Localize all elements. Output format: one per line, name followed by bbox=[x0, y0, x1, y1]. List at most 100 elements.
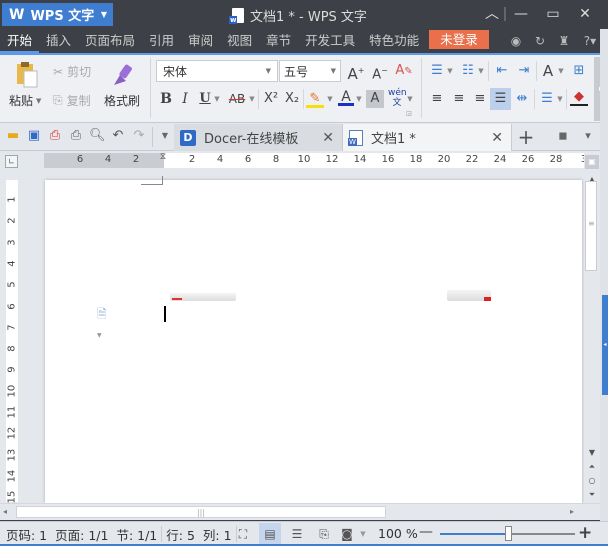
print-preview-icon[interactable]: 🔍︎ bbox=[89, 128, 106, 144]
highlight-button[interactable]: ✎ bbox=[306, 90, 324, 108]
scroll-right-button[interactable]: ▸ bbox=[570, 507, 574, 516]
outline-view-icon[interactable]: ☰ bbox=[289, 526, 305, 542]
bullet-list-button[interactable]: ☰ bbox=[428, 62, 446, 80]
tab-docer[interactable]: D Docer-在线模板 ✕ bbox=[174, 124, 342, 151]
font-name-select[interactable]: 宋体 ▼ bbox=[156, 60, 278, 82]
strikethrough-button[interactable]: AB bbox=[226, 90, 248, 108]
save-icon[interactable]: ▣ bbox=[26, 128, 42, 144]
paste-dropdown[interactable]: 粘贴 ▼ bbox=[9, 92, 41, 109]
underline-dropdown[interactable]: ▼ bbox=[213, 90, 221, 108]
text-direction-dropdown[interactable]: ▼ bbox=[557, 62, 565, 80]
format-painter-button[interactable]: 格式刷 bbox=[104, 92, 140, 109]
tab-list-icon[interactable]: ◼ bbox=[556, 129, 570, 143]
reading-mode-dropdown[interactable]: ▼ bbox=[355, 526, 371, 542]
superscript-button[interactable]: X² bbox=[262, 90, 280, 108]
horizontal-ruler[interactable]: 6422468101214161820222426283 bbox=[44, 153, 587, 168]
align-center-button[interactable]: ≡ bbox=[450, 90, 468, 108]
bullet-list-dropdown[interactable]: ▼ bbox=[446, 62, 454, 80]
bold-button[interactable]: B bbox=[158, 90, 174, 108]
menu-view[interactable]: 视图 bbox=[220, 29, 259, 53]
view-toggle-icon[interactable]: ▣ bbox=[585, 155, 599, 169]
scroll-down-button[interactable]: ▼ bbox=[585, 446, 599, 460]
shrink-font-button[interactable]: A− bbox=[371, 62, 389, 82]
font-color-button[interactable]: A bbox=[338, 88, 354, 106]
tab-stop-selector[interactable]: ∟ bbox=[5, 155, 18, 168]
font-dialog-launcher[interactable]: ◲ bbox=[405, 110, 413, 118]
decrease-indent-button[interactable]: ⇤ bbox=[493, 62, 511, 80]
zoom-level[interactable]: 100 % bbox=[378, 526, 418, 541]
grow-font-button[interactable]: A+ bbox=[346, 62, 366, 83]
page-count[interactable]: 页面: 1/1 bbox=[51, 525, 112, 544]
menu-features[interactable]: 特色功能 bbox=[362, 29, 426, 53]
font-size-select[interactable]: 五号 ▼ bbox=[279, 60, 341, 82]
tab-menu-icon[interactable]: ▾ bbox=[580, 129, 596, 143]
previous-page-button[interactable]: ⏶ bbox=[585, 460, 599, 474]
align-left-button[interactable]: ≡ bbox=[428, 90, 446, 108]
increase-indent-button[interactable]: ⇥ bbox=[515, 62, 533, 80]
app-menu-button[interactable]: W WPS 文字 ▼ bbox=[2, 3, 113, 26]
new-tab-button[interactable]: + bbox=[514, 126, 538, 148]
align-right-button[interactable]: ≡ bbox=[471, 90, 489, 108]
close-tab-icon[interactable]: ✕ bbox=[322, 130, 334, 146]
menu-home[interactable]: 开始 bbox=[0, 29, 40, 53]
print-icon[interactable]: ⎙ bbox=[68, 128, 84, 144]
copy-button[interactable]: ⎘ 复制 bbox=[53, 92, 91, 109]
pinyin-dropdown[interactable]: ▼ bbox=[406, 90, 414, 108]
tab-document[interactable]: 文档1 * ✕ bbox=[342, 124, 512, 151]
font-color-dropdown[interactable]: ▼ bbox=[355, 90, 363, 108]
scroll-left-button[interactable]: ◂ bbox=[3, 507, 7, 516]
reading-mode-icon[interactable]: ◙ bbox=[339, 526, 355, 542]
zoom-in-button[interactable]: + bbox=[578, 523, 592, 543]
table-icon[interactable]: ⊞ bbox=[570, 62, 588, 80]
character-shading-button[interactable]: A bbox=[366, 90, 384, 108]
line-spacing-button[interactable]: ☰ bbox=[538, 90, 556, 108]
text-direction-button[interactable]: A bbox=[539, 62, 557, 80]
menu-review[interactable]: 审阅 bbox=[181, 29, 220, 53]
web-view-icon[interactable]: ⎘ bbox=[316, 526, 332, 542]
numbered-list-dropdown[interactable]: ▼ bbox=[477, 62, 485, 80]
shirt-icon[interactable]: ♜ bbox=[557, 34, 571, 48]
maximize-button[interactable]: ▭ bbox=[540, 4, 566, 24]
document-page[interactable] bbox=[45, 180, 582, 503]
minimize-button[interactable]: — bbox=[508, 4, 534, 24]
zoom-out-button[interactable]: — bbox=[419, 524, 433, 540]
close-button[interactable]: ✕ bbox=[572, 4, 598, 24]
export-pdf-icon[interactable]: ⎙ bbox=[47, 128, 63, 144]
menu-section[interactable]: 章节 bbox=[259, 29, 298, 53]
horizontal-scroll-thumb[interactable]: ||| bbox=[16, 506, 386, 518]
select-browse-object-button[interactable]: ○ bbox=[585, 474, 599, 488]
justify-button[interactable]: ☰ bbox=[490, 88, 511, 110]
italic-button[interactable]: I bbox=[178, 90, 192, 108]
close-tab-icon[interactable]: ✕ bbox=[491, 130, 503, 146]
paste-button[interactable] bbox=[15, 61, 39, 89]
paragraph-shading-button[interactable]: ◆ bbox=[570, 88, 588, 106]
line-spacing-dropdown[interactable]: ▼ bbox=[556, 90, 564, 108]
clear-format-button[interactable]: A✎ bbox=[395, 62, 413, 80]
vertical-scroll-thumb[interactable]: ≡ bbox=[585, 181, 597, 271]
cut-button[interactable]: ✂ 剪切 bbox=[53, 63, 91, 80]
page-number[interactable]: 页码: 1 bbox=[0, 525, 51, 544]
open-icon[interactable]: ▬ bbox=[5, 128, 21, 144]
menu-developer[interactable]: 开发工具 bbox=[298, 29, 362, 53]
menu-page-layout[interactable]: 页面布局 bbox=[78, 29, 142, 53]
strikethrough-dropdown[interactable]: ▼ bbox=[248, 90, 256, 108]
distributed-align-button[interactable]: ⇹ bbox=[513, 90, 531, 108]
highlight-dropdown[interactable]: ▼ bbox=[326, 90, 334, 108]
menu-insert[interactable]: 插入 bbox=[39, 29, 78, 53]
skin-icon[interactable]: ◉ bbox=[509, 34, 523, 48]
undo-icon[interactable]: ↶ bbox=[110, 128, 126, 144]
underline-button[interactable]: U bbox=[197, 90, 213, 108]
numbered-list-button[interactable]: ☷ bbox=[459, 62, 477, 80]
menu-references[interactable]: 引用 bbox=[142, 29, 181, 53]
sync-icon[interactable]: ↻ bbox=[533, 34, 547, 48]
vertical-ruler[interactable]: 1 2 3 4 5 6 7 8 9 10 11 12 13 14 15 bbox=[6, 180, 18, 504]
next-page-button[interactable]: ⏷ bbox=[585, 488, 599, 502]
redo-icon[interactable]: ↷ bbox=[131, 128, 147, 144]
subscript-button[interactable]: X₂ bbox=[283, 90, 301, 108]
page-view-icon[interactable]: ▤ bbox=[259, 523, 281, 545]
help-icon[interactable]: ?▾ bbox=[580, 34, 600, 48]
pinyin-button[interactable]: wén 文 bbox=[388, 88, 407, 108]
zoom-slider-thumb[interactable] bbox=[504, 526, 512, 541]
customize-toolbar-icon[interactable]: ▼ bbox=[157, 128, 173, 144]
paragraph-options-icon[interactable]: 🗎▼ bbox=[97, 305, 111, 339]
